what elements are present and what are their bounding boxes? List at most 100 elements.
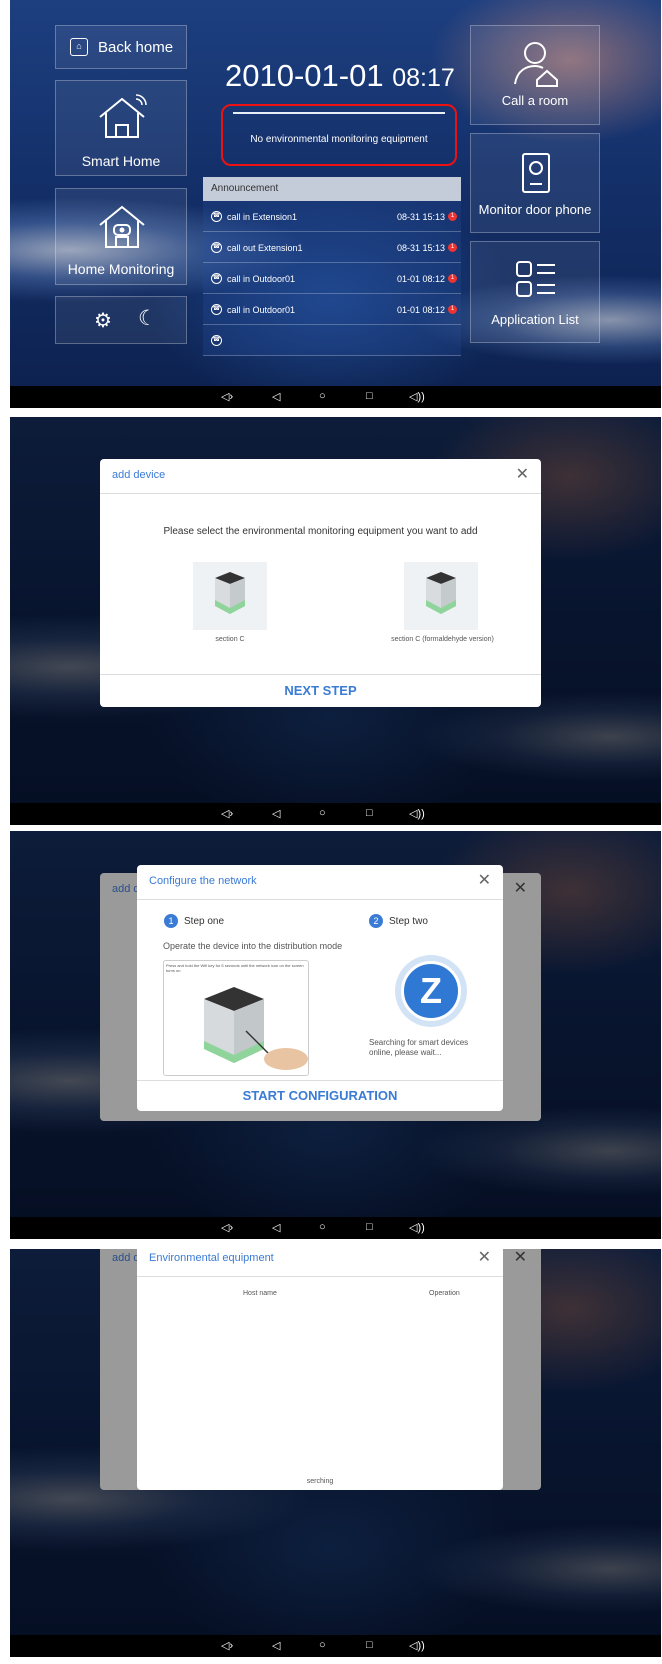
- volume-up-icon[interactable]: ◁)): [409, 807, 425, 820]
- list-item[interactable]: ☎ call in Outdoor01 01-01 08:12 1: [203, 263, 461, 294]
- home-circle-icon[interactable]: ○: [319, 1639, 326, 1651]
- close-icon[interactable]: ✕: [478, 870, 491, 890]
- next-step-button[interactable]: NEXT STEP: [100, 683, 541, 698]
- phone-icon: ☎: [211, 335, 222, 346]
- instruction-image: Press and hold the Wifi key for 5 second…: [163, 960, 309, 1076]
- step-one-badge: 1: [164, 914, 178, 928]
- searching-status: Searching for smart devices online, plea…: [369, 1038, 469, 1057]
- smart-home-icon: [99, 94, 147, 138]
- volume-up-icon[interactable]: ◁)): [409, 1221, 425, 1234]
- start-configuration-button[interactable]: START CONFIGURATION: [137, 1088, 503, 1103]
- dialog-title: add d: [112, 883, 140, 895]
- configure-network-screen: add d ✕ Configure the network ✕ 1 Step o…: [10, 831, 661, 1239]
- unread-badge: 1: [448, 212, 457, 221]
- divider: [137, 1080, 503, 1081]
- smart-home-tile[interactable]: Smart Home: [55, 80, 187, 176]
- moon-icon[interactable]: ☾: [138, 306, 157, 331]
- person-icon: [514, 42, 558, 87]
- monitor-door-tile[interactable]: Monitor door phone: [470, 133, 600, 233]
- operate-instruction: Operate the device into the distribution…: [163, 941, 343, 951]
- step-two-badge: 2: [369, 914, 383, 928]
- list-item[interactable]: ☎ call in Outdoor01 01-01 08:12 1: [203, 294, 461, 325]
- home-circle-icon[interactable]: ○: [319, 1221, 326, 1233]
- device-option-section-c[interactable]: [193, 562, 267, 630]
- call-name: call in Outdoor01: [227, 305, 296, 315]
- phone-icon: ☎: [211, 211, 222, 222]
- back-home-button[interactable]: ⌂ Back home: [55, 25, 187, 69]
- close-icon[interactable]: ✕: [514, 878, 527, 898]
- sensor-icon: [215, 572, 245, 614]
- recent-apps-icon[interactable]: □: [366, 1639, 373, 1651]
- list-item[interactable]: ☎ call out Extension1 08-31 15:13 1: [203, 232, 461, 263]
- volume-up-icon[interactable]: ◁)): [409, 1639, 425, 1652]
- environmental-equipment-dialog: Environmental equipment ✕ Host name Oper…: [137, 1249, 503, 1490]
- time-text: 08:17: [392, 64, 455, 92]
- divider: [233, 112, 445, 114]
- search-status: serching: [306, 1478, 334, 1485]
- device-option-formaldehyde[interactable]: [404, 562, 478, 630]
- gear-icon[interactable]: ⚙: [94, 308, 112, 333]
- dialog-title: Configure the network: [149, 875, 257, 887]
- call-name: call in Outdoor01: [227, 274, 296, 284]
- device-name: section C: [215, 636, 245, 643]
- instruction-hint: Press and hold the Wifi key for 5 second…: [166, 963, 304, 973]
- door-phone-icon: [522, 153, 550, 193]
- divider: [100, 493, 541, 494]
- phone-icon: ☎: [211, 242, 222, 253]
- sensor-hand-illustration: [204, 987, 308, 1070]
- operation-header: Operation: [429, 1290, 460, 1297]
- monitor-door-label: Monitor door phone: [478, 202, 592, 217]
- nav-bar: ◁› ◁ ○ □ ◁)): [10, 1217, 661, 1239]
- volume-down-icon[interactable]: ◁›: [221, 807, 233, 820]
- unread-badge: 1: [448, 305, 457, 314]
- back-icon[interactable]: ◁: [272, 807, 280, 820]
- close-icon[interactable]: ✕: [516, 464, 529, 484]
- list-item[interactable]: ☎: [203, 325, 461, 356]
- home-monitoring-tile[interactable]: Home Monitoring: [55, 188, 187, 285]
- list-item[interactable]: ☎ call in Extension1 08-31 15:13 1: [203, 201, 461, 232]
- close-icon[interactable]: ✕: [514, 1249, 527, 1267]
- select-prompt: Please select the environmental monitori…: [163, 526, 478, 537]
- settings-tile: ⚙ ☾: [55, 296, 187, 344]
- phone-icon: ☎: [211, 304, 222, 315]
- call-name: call out Extension1: [227, 243, 303, 253]
- step-one-label: Step one: [184, 916, 225, 927]
- volume-up-icon[interactable]: ◁)): [409, 390, 425, 403]
- app-list-icon: [516, 261, 555, 297]
- phone-icon: ☎: [211, 273, 222, 284]
- unread-badge: 1: [448, 243, 457, 252]
- dialog-title: add device: [112, 469, 166, 481]
- divider: [137, 1276, 503, 1277]
- back-icon[interactable]: ◁: [272, 390, 280, 403]
- home-circle-icon[interactable]: ○: [319, 807, 326, 819]
- volume-down-icon[interactable]: ◁›: [221, 390, 233, 403]
- alert-text: No environmental monitoring equipment: [250, 134, 428, 145]
- close-icon[interactable]: ✕: [478, 1249, 491, 1267]
- date-time: 2010-01-01 08:17: [225, 58, 455, 94]
- call-name: call in Extension1: [227, 212, 298, 222]
- add-device-screen: add device ✕ Please select the environme…: [10, 417, 661, 825]
- volume-down-icon[interactable]: ◁›: [221, 1639, 233, 1652]
- home-monitoring-label: Home Monitoring: [67, 261, 175, 277]
- call-room-tile[interactable]: Call a room: [470, 25, 600, 125]
- z-logo-icon: Z: [401, 961, 461, 1021]
- divider: [100, 674, 541, 675]
- back-icon[interactable]: ◁: [272, 1221, 280, 1234]
- home-circle-icon[interactable]: ○: [319, 390, 326, 402]
- camera-house-icon: [99, 205, 145, 248]
- volume-down-icon[interactable]: ◁›: [221, 1221, 233, 1234]
- call-room-label: Call a room: [501, 93, 569, 108]
- environment-alert[interactable]: No environmental monitoring equipment: [221, 104, 457, 166]
- nav-bar: ◁› ◁ ○ □ ◁)): [10, 803, 661, 825]
- nav-bar: ◁› ◁ ○ □ ◁)): [10, 386, 661, 408]
- back-home-label: Back home: [98, 39, 174, 56]
- call-time: 01-01 08:12: [396, 274, 445, 284]
- app-list-tile[interactable]: Application List: [470, 241, 600, 343]
- recent-apps-icon[interactable]: □: [366, 1221, 373, 1233]
- recent-apps-icon[interactable]: □: [366, 807, 373, 819]
- date-text: 2010-01-01: [225, 58, 384, 93]
- dialog-title: add d: [112, 1252, 140, 1264]
- back-icon[interactable]: ◁: [272, 1639, 280, 1652]
- dialog-title: Environmental equipment: [149, 1252, 274, 1264]
- recent-apps-icon[interactable]: □: [366, 390, 373, 402]
